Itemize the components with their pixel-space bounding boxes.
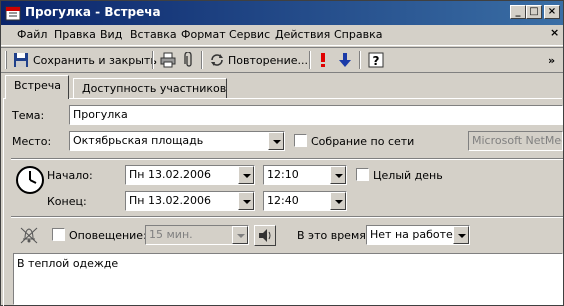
location-combo[interactable]: Октябрьская площадь [69, 131, 285, 151]
online-meeting-label: Собрание по сети [311, 135, 415, 148]
start-time-dropdown-button[interactable] [330, 166, 346, 184]
all-day-label: Целый день [373, 169, 443, 182]
end-date-dropdown-button[interactable] [238, 192, 254, 210]
clock-icon [16, 166, 44, 194]
subject-label: Тема: [12, 109, 45, 122]
menu-format[interactable]: Формат [181, 28, 226, 41]
online-meeting-checkbox[interactable] [294, 134, 307, 147]
paperclip-icon [184, 52, 192, 67]
toolbar-separator [201, 51, 203, 69]
calendar-icon [5, 6, 21, 21]
menu-help[interactable]: Справка [334, 28, 382, 41]
location-label: Место: [12, 135, 52, 148]
menu-actions[interactable]: Действия [275, 28, 330, 41]
toolbar-separator [152, 51, 154, 69]
show-as-label: В это время: [297, 229, 370, 242]
end-date-field[interactable]: Пн 13.02.2006 [125, 191, 255, 211]
close-button[interactable]: × [544, 5, 560, 19]
speaker-icon [259, 229, 271, 242]
netmeeting-combo: Microsoft NetMeeting [468, 131, 563, 151]
subject-input[interactable]: Прогулка [69, 105, 563, 125]
start-date-dropdown-button[interactable] [238, 166, 254, 184]
menu-close-x[interactable]: × [550, 26, 559, 39]
recurrence-icon [211, 54, 223, 66]
menu-edit[interactable]: Правка [54, 28, 96, 41]
importance-low-button[interactable] [339, 51, 351, 69]
help-icon: ? [368, 52, 384, 68]
end-time-dropdown-button[interactable] [330, 192, 346, 210]
all-day-checkbox[interactable] [356, 168, 369, 181]
help-button[interactable]: ? [368, 51, 384, 69]
location-dropdown-button[interactable] [268, 132, 284, 150]
notes-body[interactable]: В теплой одежде [13, 253, 563, 305]
reminder-label: Оповещение: [69, 229, 147, 242]
toolbar-separator [359, 51, 361, 69]
start-date-field[interactable]: Пн 13.02.2006 [125, 165, 255, 185]
tab-strip: Встреча Доступность участников [1, 75, 563, 99]
menu-bar: Файл Правка Вид Вставка Формат Сервис Де… [1, 25, 563, 46]
reminder-dropdown-button [232, 226, 248, 244]
show-as-dropdown-button[interactable] [453, 226, 469, 244]
save-close-label: Сохранить и закрыть [33, 53, 157, 67]
exclamation-icon [321, 53, 325, 67]
reminder-checkbox[interactable] [52, 228, 65, 241]
tab-scheduling[interactable]: Доступность участников [73, 78, 227, 98]
reminder-bell-icon [20, 227, 38, 244]
toolbar-overflow-chevron[interactable]: » [548, 51, 555, 69]
menu-view[interactable]: Вид [100, 28, 122, 41]
toolbar-grip [5, 51, 7, 69]
tab-appointment[interactable]: Встреча [5, 75, 69, 99]
save-icon [14, 53, 28, 67]
importance-high-button[interactable] [318, 51, 328, 69]
recurrence-button[interactable]: Повторение... [209, 51, 308, 69]
printer-icon [160, 52, 176, 68]
maximize-button[interactable]: □ [526, 5, 542, 19]
print-button[interactable] [160, 51, 176, 69]
start-label: Начало: [47, 169, 93, 182]
attach-button[interactable] [181, 51, 197, 69]
down-arrow-icon [339, 53, 351, 67]
minimize-button[interactable]: _ [510, 5, 526, 19]
toolbar-separator [309, 51, 311, 69]
menu-tools[interactable]: Сервис [229, 28, 270, 41]
menu-insert[interactable]: Вставка [130, 28, 177, 41]
toolbar: Сохранить и закрыть Повторение... ? » [1, 47, 563, 73]
menu-file[interactable]: Файл [17, 28, 47, 41]
end-label: Конец: [47, 195, 87, 208]
reminder-sound-button[interactable] [254, 225, 276, 246]
svg-text:?: ? [373, 54, 380, 68]
appointment-window: Прогулка - Встреча _ □ × Файл Правка Вид… [0, 0, 564, 306]
section-divider [11, 216, 563, 218]
save-close-button[interactable]: Сохранить и закрыть [13, 51, 157, 69]
window-title: Прогулка - Встреча [25, 5, 161, 19]
section-divider [11, 158, 563, 160]
title-bar[interactable]: Прогулка - Встреча _ □ × [1, 1, 563, 25]
recurrence-label: Повторение... [228, 53, 308, 67]
